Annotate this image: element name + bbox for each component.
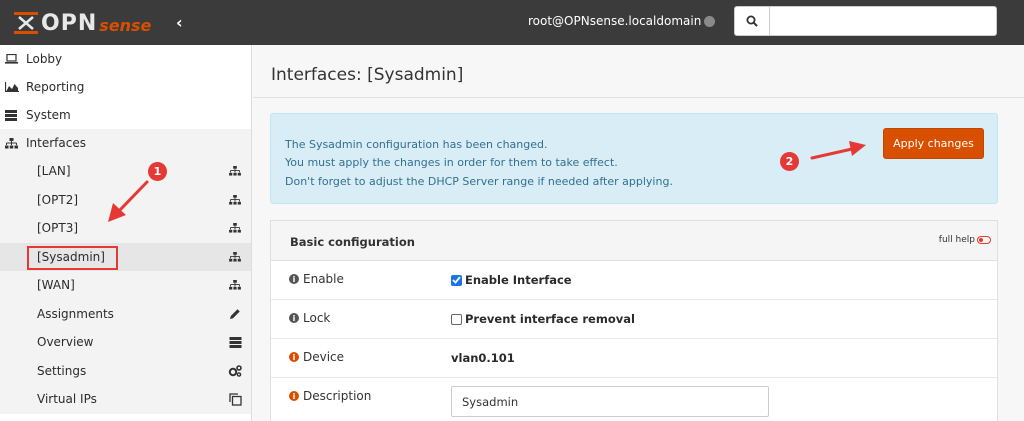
sidebar-item-label: Settings <box>37 363 87 378</box>
sidebar-item-lan[interactable]: [LAN] <box>0 157 251 186</box>
cogs-icon <box>227 364 243 377</box>
full-help-toggle[interactable]: full help <box>939 235 991 245</box>
sidebar-item-label: Overview <box>37 335 94 350</box>
sidebar-item-label: [LAN] <box>37 164 71 179</box>
info-icon[interactable]: i <box>289 274 299 284</box>
page-title: Interfaces: [Sysadmin] <box>271 65 464 85</box>
step-1-badge: 1 <box>148 162 167 181</box>
sidebar-item-system[interactable]: System <box>0 101 251 129</box>
alert-line-2: You must apply the changes in order for … <box>285 156 618 169</box>
enable-interface-label[interactable]: Enable Interface <box>465 273 572 287</box>
full-help-label: full help <box>938 235 975 245</box>
description-label: Description <box>303 389 372 403</box>
sidebar-item-label: [OPT2] <box>37 192 79 207</box>
sitemap-icon <box>227 251 243 262</box>
device-value: vlan0.101 <box>451 351 515 365</box>
user-menu[interactable]: root@OPNsense.localdomain <box>528 14 701 28</box>
logo-mark-icon <box>14 12 38 34</box>
info-icon[interactable]: i <box>289 313 299 323</box>
sidebar-item-label: [WAN] <box>37 278 75 293</box>
sitemap-icon <box>227 194 243 205</box>
list-icon <box>227 336 243 348</box>
sidebar: Lobby Reporting System Interfaces [LAN] … <box>0 45 252 421</box>
device-row: i Device vlan0.101 <box>271 339 997 378</box>
step-2-badge: 2 <box>780 152 799 171</box>
enable-interface-checkbox[interactable] <box>451 274 462 286</box>
sidebar-item-wan[interactable]: [WAN] <box>0 271 251 300</box>
panel-header: Basic configuration full help <box>271 221 997 261</box>
status-indicator-icon <box>704 16 715 27</box>
sidebar-item-reporting[interactable]: Reporting <box>0 73 251 101</box>
pencil-icon <box>227 308 243 320</box>
search-icon <box>746 15 758 27</box>
sitemap-icon <box>227 166 243 176</box>
main-content: Interfaces: [Sysadmin] The Sysadmin conf… <box>253 45 1024 421</box>
sidebar-item-label: Virtual IPs <box>37 392 97 407</box>
sidebar-item-label: Reporting <box>26 80 85 94</box>
changes-alert: The Sysadmin configuration has been chan… <box>270 113 998 204</box>
info-icon[interactable]: i <box>289 352 299 362</box>
lock-label: Lock <box>303 311 331 325</box>
sidebar-item-label: [OPT3] <box>37 221 79 236</box>
sitemap-icon <box>227 223 243 233</box>
collapse-sidebar-icon[interactable]: ‹ <box>176 13 183 32</box>
divider <box>253 97 1024 98</box>
description-row: i Description Sysadmin <box>271 378 997 417</box>
alert-line-3: Don't forget to adjust the DHCP Server r… <box>285 175 673 188</box>
toggle-icon <box>977 236 991 244</box>
apply-changes-button[interactable]: Apply changes <box>883 128 984 159</box>
area-chart-icon <box>5 82 23 92</box>
sidebar-item-lobby[interactable]: Lobby <box>0 45 251 73</box>
alert-line-1: The Sysadmin configuration has been chan… <box>285 138 548 151</box>
enable-label: Enable <box>303 272 344 286</box>
logo-text-accent: sense <box>99 15 152 35</box>
sitemap-icon <box>5 137 23 149</box>
panel-title: Basic configuration <box>290 235 415 249</box>
sidebar-item-virtual-ips[interactable]: Virtual IPs <box>0 385 251 414</box>
highlight-box <box>27 245 118 270</box>
sidebar-item-label: Assignments <box>37 306 114 321</box>
prevent-removal-label[interactable]: Prevent interface removal <box>465 312 635 326</box>
clone-icon <box>227 393 243 406</box>
sidebar-item-interfaces[interactable]: Interfaces <box>0 129 251 157</box>
sidebar-item-assignments[interactable]: Assignments <box>0 299 251 328</box>
info-icon[interactable]: i <box>289 391 299 401</box>
sidebar-item-overview[interactable]: Overview <box>0 328 251 357</box>
search-button[interactable] <box>734 6 770 36</box>
search-input[interactable] <box>769 6 997 36</box>
sidebar-item-label: System <box>26 108 71 122</box>
sidebar-item-label: Lobby <box>26 52 63 66</box>
enable-row: i Enable Enable Interface <box>271 261 997 300</box>
basic-configuration-panel: Basic configuration full help i Enable E… <box>270 220 998 421</box>
sitemap-icon <box>227 280 243 290</box>
sidebar-item-settings[interactable]: Settings <box>0 356 251 385</box>
sidebar-item-opt3[interactable]: [OPT3] <box>0 214 251 243</box>
lock-row: i Lock Prevent interface removal <box>271 300 997 339</box>
prevent-removal-checkbox[interactable] <box>451 313 462 325</box>
opnsense-logo[interactable]: OPN sense <box>14 9 151 37</box>
sidebar-item-label: Interfaces <box>26 136 86 150</box>
sidebar-item-opt2[interactable]: [OPT2] <box>0 185 251 214</box>
laptop-icon <box>5 54 23 64</box>
server-icon <box>5 109 23 121</box>
description-input[interactable]: Sysadmin <box>451 386 769 417</box>
sidebar-item-sysadmin[interactable]: [Sysadmin] <box>0 242 251 271</box>
device-label: Device <box>303 350 345 364</box>
top-navbar: OPN sense ‹ root@OPNsense.localdomain <box>0 0 1024 45</box>
logo-text-main: OPN <box>41 10 98 36</box>
